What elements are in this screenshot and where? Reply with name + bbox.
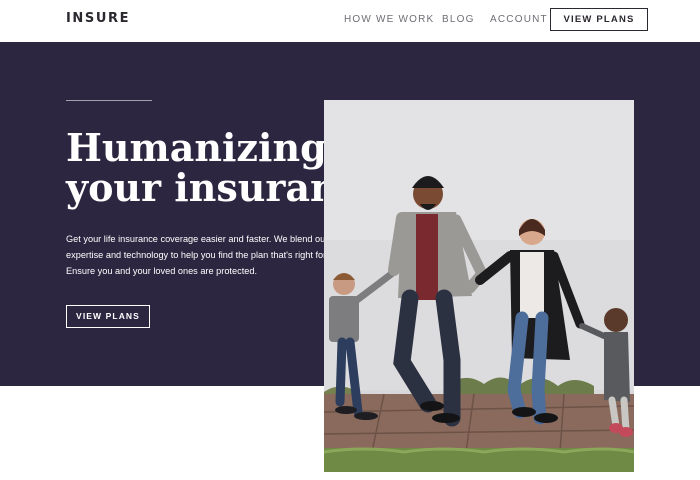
view-plans-header-button[interactable]: VIEW PLANS (550, 8, 648, 31)
view-plans-hero-button[interactable]: VIEW PLANS (66, 305, 150, 328)
hero-title-line-2: your insurance. (66, 165, 399, 210)
nav-link-how-we-work[interactable]: HOW WE WORK (344, 14, 434, 25)
hero-description: Get your life insurance coverage easier … (66, 234, 347, 276)
nav-link-blog[interactable]: BLOG (442, 14, 475, 25)
nav-link-account[interactable]: ACCOUNT (490, 14, 548, 25)
hero-title-line-1: Humanizing (66, 125, 327, 170)
hero-photo (324, 100, 634, 472)
hero-divider (66, 100, 152, 101)
hero-title: Humanizing your insurance. (66, 125, 399, 210)
logo[interactable]: INSURE (66, 11, 130, 26)
site-header: INSURE HOW WE WORK BLOG ACCOUNT VIEW PLA… (0, 0, 700, 42)
